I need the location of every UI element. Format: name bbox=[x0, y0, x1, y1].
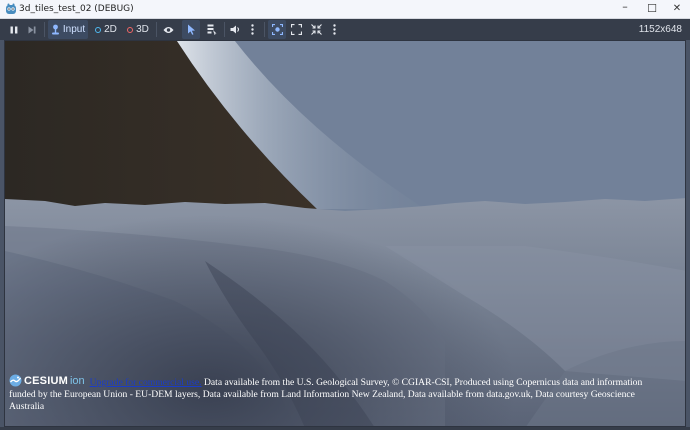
fit-view-button[interactable] bbox=[288, 20, 304, 39]
more-vertical-icon bbox=[250, 24, 254, 35]
window-title-bar[interactable]: 3d_tiles_test_02 (DEBUG) – ☐ ✕ bbox=[0, 0, 690, 19]
list-select-button[interactable] bbox=[204, 20, 220, 39]
cesium-credits: CESIUM ion Upgrade for commercial use. D… bbox=[9, 374, 659, 413]
mode-2d-label: 2D bbox=[104, 24, 117, 35]
toolbar-separator bbox=[156, 22, 157, 37]
toolbar-separator bbox=[44, 22, 45, 37]
pause-icon bbox=[10, 26, 18, 33]
cesium-logo-text: CESIUM bbox=[24, 374, 68, 387]
select-mode-button[interactable] bbox=[182, 20, 200, 39]
fit-view-icon bbox=[290, 24, 302, 35]
toolbar-separator bbox=[264, 22, 265, 37]
camera-override-button[interactable] bbox=[268, 20, 286, 39]
viewport-resolution: 1152x648 bbox=[638, 24, 682, 35]
godot-app-icon bbox=[6, 3, 16, 14]
camera-override-icon bbox=[271, 24, 283, 35]
close-button[interactable]: ✕ bbox=[656, 0, 690, 18]
input-label: Input bbox=[62, 24, 86, 35]
2d-mode-icon bbox=[95, 26, 102, 33]
more-options-button-2[interactable] bbox=[327, 20, 341, 39]
upgrade-link[interactable]: Upgrade for commercial use. bbox=[90, 377, 202, 388]
cesium-ion-logo: CESIUM ion bbox=[9, 374, 88, 387]
window-title: 3d_tiles_test_02 (DEBUG) bbox=[19, 4, 134, 14]
eye-icon bbox=[163, 26, 173, 33]
debug-toolbar: Input 2D 3D 1152x648 bbox=[0, 19, 690, 40]
speaker-icon bbox=[230, 25, 239, 34]
list-icon bbox=[207, 24, 217, 35]
more-options-button[interactable] bbox=[245, 20, 259, 39]
embed-window-button[interactable] bbox=[308, 20, 324, 39]
audio-button[interactable] bbox=[227, 20, 243, 39]
toolbar-separator bbox=[224, 22, 225, 37]
mode-3d-label: 3D bbox=[136, 24, 149, 35]
3d-mode-icon bbox=[127, 26, 134, 33]
embed-window-icon bbox=[310, 24, 322, 35]
game-viewport[interactable]: CESIUM ion Upgrade for commercial use. D… bbox=[4, 40, 686, 427]
more-vertical-icon bbox=[332, 24, 336, 35]
step-frame-icon bbox=[28, 26, 36, 33]
cursor-icon bbox=[187, 24, 195, 35]
mode-2d-button[interactable]: 2D bbox=[92, 20, 120, 39]
next-frame-button[interactable] bbox=[24, 20, 40, 39]
terrain-scene bbox=[5, 41, 685, 426]
ion-logo-text: ion bbox=[69, 374, 85, 387]
joystick-icon bbox=[51, 24, 59, 35]
pause-button[interactable] bbox=[6, 20, 22, 39]
visibility-button[interactable] bbox=[160, 20, 176, 39]
mode-3d-button[interactable]: 3D bbox=[124, 20, 152, 39]
input-toggle-button[interactable]: Input bbox=[48, 20, 88, 39]
cesium-logo-icon bbox=[9, 374, 22, 387]
